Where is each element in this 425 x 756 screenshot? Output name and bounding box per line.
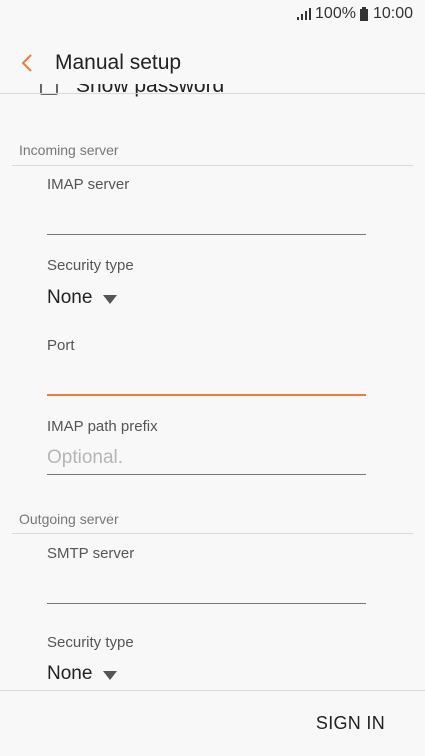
battery-level: 100% (315, 5, 356, 22)
imap-server-label: IMAP server (47, 176, 130, 193)
imap-path-prefix-input[interactable] (47, 441, 366, 475)
incoming-server-divider (12, 165, 413, 166)
outgoing-security-type-label: Security type (47, 634, 134, 651)
status-bar: 100% 10:00 (0, 0, 425, 28)
dropdown-arrow-icon (103, 294, 118, 304)
outgoing-server-divider (12, 533, 413, 534)
signal-icon (297, 8, 312, 20)
show-password-row[interactable]: Show password (40, 84, 224, 98)
bottom-action-bar: SIGN IN (0, 690, 425, 756)
battery-icon (359, 7, 368, 21)
header-divider (0, 93, 425, 94)
smtp-server-label: SMTP server (47, 545, 135, 562)
dropdown-arrow-icon (103, 670, 118, 680)
show-password-label: Show password (76, 84, 225, 97)
imap-path-prefix-label: IMAP path prefix (47, 418, 158, 435)
back-button[interactable] (14, 50, 40, 76)
incoming-security-type-value: None (47, 287, 93, 308)
chevron-left-icon (21, 54, 32, 72)
action-bar: Manual setup (0, 40, 425, 84)
port-label: Port (47, 337, 75, 354)
incoming-security-type-dropdown[interactable]: None (47, 287, 118, 309)
incoming-security-type-label: Security type (47, 257, 134, 274)
outgoing-security-type-dropdown[interactable]: None (47, 663, 118, 685)
sign-in-button[interactable]: SIGN IN (316, 713, 385, 734)
page-title: Manual setup (55, 51, 182, 74)
outgoing-server-header: Outgoing server (19, 511, 119, 527)
outgoing-security-type-value: None (47, 663, 93, 684)
clock: 10:00 (372, 5, 413, 22)
incoming-server-header: Incoming server (19, 142, 119, 158)
form-scroll-area[interactable]: Show password Incoming server IMAP serve… (0, 84, 425, 690)
smtp-server-input[interactable] (47, 570, 366, 604)
port-input[interactable] (47, 362, 366, 396)
imap-server-input[interactable] (47, 201, 366, 235)
